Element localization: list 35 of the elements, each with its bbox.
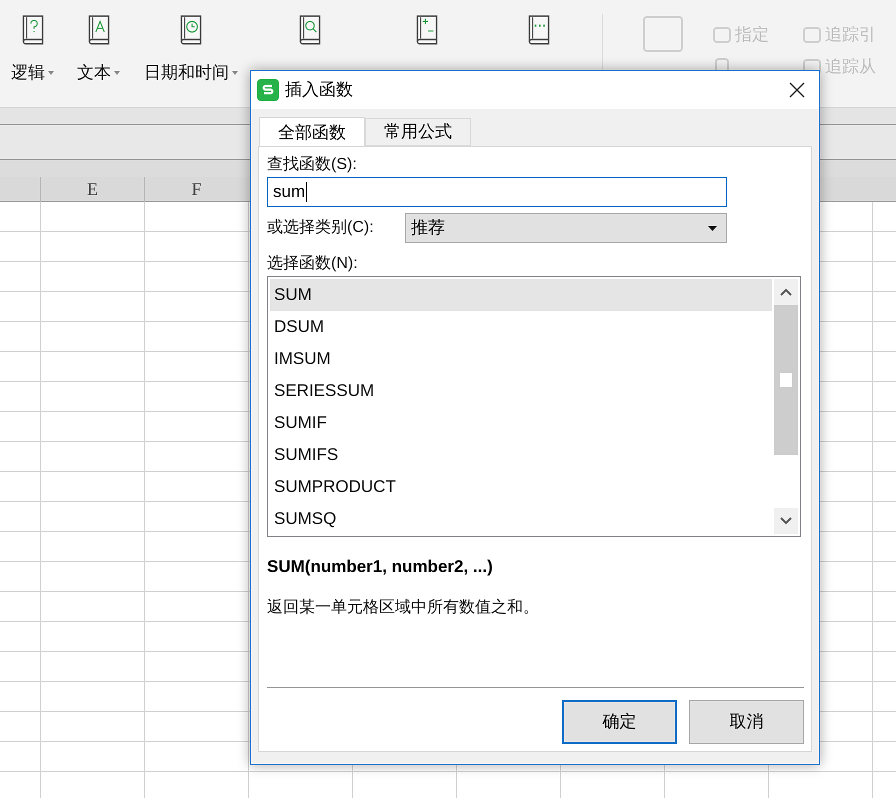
function-signature: SUM(number1, number2, ...) [267,556,494,578]
ribbon-dropdown[interactable]: 逻辑 [11,60,54,86]
dialog-tab[interactable]: 全部函数 [259,117,365,148]
function-list-item[interactable]: IMSUM [270,343,772,375]
column-header[interactable]: F [144,177,248,202]
cancel-button[interactable]: 取消 [689,700,804,744]
scroll-up-icon[interactable] [774,279,798,305]
dialog-title: 插入函数 [285,79,353,102]
dropdown-arrow-icon [708,226,717,230]
caret-icon [232,70,238,75]
app-logo-icon [257,79,279,101]
column-header[interactable]: E [40,177,144,202]
ok-button[interactable]: 确定 [562,700,677,744]
function-list-item[interactable]: SUMIFS [270,439,772,471]
field-label: 查找函数(S): [267,154,358,175]
field-label: 选择函数(N): [267,254,359,274]
ribbon-dropdown[interactable]: 文本 [77,60,120,86]
function-list-item[interactable]: SUMSQ [270,503,772,535]
dialog-tab[interactable]: 常用公式 [365,118,471,146]
category-dropdown[interactable]: 推荐 [405,213,727,243]
function-list-item[interactable]: SUMIF [270,407,772,439]
field-label: 或选择类别(C): [267,218,375,238]
search-field[interactable]: sum [267,177,727,207]
function-list-item[interactable]: DSUM [270,311,772,343]
caret-icon [114,70,120,75]
function-list-item[interactable]: SUMPRODUCT [270,471,772,503]
function-list-item[interactable]: SERIESSUM [270,375,772,407]
caret-icon [48,70,54,75]
scrollbar[interactable] [774,279,798,534]
function-description: 返回某一单元格区域中所有数值之和。 [267,598,540,618]
function-list-item[interactable]: SUM [270,279,772,311]
scroll-thumb[interactable] [780,373,792,387]
close-icon[interactable] [789,82,805,98]
scroll-down-icon[interactable] [774,508,798,534]
ribbon-dropdown[interactable]: 日期和时间 [144,60,238,86]
